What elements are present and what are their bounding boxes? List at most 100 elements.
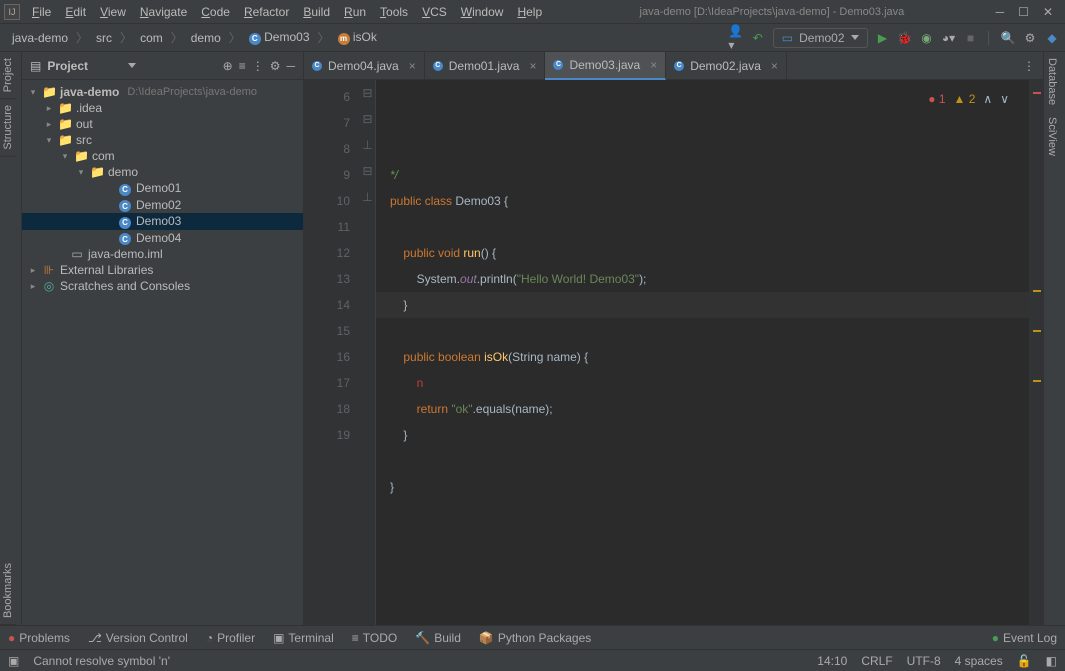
breadcrumb-item[interactable]: com — [134, 29, 169, 47]
warning-marker[interactable] — [1033, 290, 1041, 292]
line-separator[interactable]: CRLF — [861, 654, 892, 668]
breadcrumb-item[interactable]: src — [90, 29, 118, 47]
tree-node[interactable]: ▾📁com — [22, 148, 303, 164]
chevron-up-icon[interactable]: ∧ — [983, 86, 992, 112]
project-panel-header: ▤ Project ⊕ ≡ ⋮ ⚙ ─ — [22, 52, 303, 80]
menu-view[interactable]: View — [94, 3, 132, 21]
chevron-down-icon[interactable] — [128, 63, 136, 68]
back-arrow-icon[interactable]: ↶ — [751, 31, 765, 45]
inspection-widget[interactable]: ● 1 ▲ 2 ∧ ∨ — [928, 86, 1009, 112]
tree-node[interactable]: CDemo01 — [22, 180, 303, 197]
warning-marker[interactable] — [1033, 330, 1041, 332]
settings-icon[interactable]: ⚙ — [1023, 31, 1037, 45]
close-tab-icon[interactable]: × — [529, 59, 536, 73]
caret-position[interactable]: 14:10 — [817, 654, 847, 668]
chevron-down-icon[interactable]: ∨ — [1000, 86, 1009, 112]
tool-window-profiler[interactable]: ◔Profiler — [206, 631, 255, 645]
close-tab-icon[interactable]: × — [771, 59, 778, 73]
tool-window-build[interactable]: 🔨Build — [415, 631, 461, 645]
stop-icon[interactable]: ■ — [964, 31, 978, 45]
tool-tab-sciview[interactable]: SciView — [1044, 111, 1060, 162]
fold-column[interactable]: ⊟⊟⊥⊟⊥ — [360, 80, 376, 625]
close-tab-icon[interactable]: × — [409, 59, 416, 73]
tool-window-problems[interactable]: ●Problems — [8, 631, 70, 645]
ide-logo-icon[interactable]: ◆ — [1045, 31, 1059, 45]
file-encoding[interactable]: UTF-8 — [907, 654, 941, 668]
expand-all-icon[interactable]: ≡ — [239, 59, 246, 73]
status-square-icon[interactable]: ▣ — [8, 654, 19, 668]
tree-node[interactable]: ▸⊪External Libraries — [22, 262, 303, 278]
menu-edit[interactable]: Edit — [59, 3, 92, 21]
memory-icon[interactable]: ◧ — [1046, 654, 1057, 668]
status-message: Cannot resolve symbol 'n' — [33, 654, 170, 668]
editor-pane[interactable]: ● 1 ▲ 2 ∧ ∨ */public class Demo03 { publ… — [376, 80, 1029, 625]
menu-file[interactable]: File — [26, 3, 57, 21]
warning-marker[interactable] — [1033, 380, 1041, 382]
right-gutter: DatabaseSciView — [1043, 52, 1065, 625]
coverage-icon[interactable]: ◉ — [920, 31, 934, 45]
editor-tab[interactable]: CDemo03.java× — [545, 52, 666, 80]
marker-column[interactable] — [1029, 80, 1043, 625]
error-marker[interactable] — [1033, 92, 1041, 94]
editor-area: CDemo04.java×CDemo01.java×CDemo03.java×C… — [304, 52, 1043, 625]
tree-node[interactable]: ▾📁java-demoD:\IdeaProjects\java-demo — [22, 84, 303, 100]
hide-icon[interactable]: ─ — [287, 59, 296, 73]
maximize-icon[interactable]: ☐ — [1018, 5, 1029, 19]
project-tree[interactable]: ▾📁java-demoD:\IdeaProjects\java-demo▸📁.i… — [22, 80, 303, 625]
menu-run[interactable]: Run — [338, 3, 372, 21]
search-icon[interactable]: 🔍 — [1001, 31, 1015, 45]
tool-window-bar: ●Problems ⎇Version Control ◔Profiler ▣Termi… — [0, 625, 1065, 649]
tree-node[interactable]: CDemo02 — [22, 197, 303, 214]
tree-node[interactable]: ▸◎Scratches and Consoles — [22, 278, 303, 294]
editor-tab[interactable]: CDemo01.java× — [425, 52, 546, 80]
run-icon[interactable]: ▶ — [876, 31, 890, 45]
tool-window-event-log[interactable]: ●Event Log — [992, 631, 1057, 645]
minimize-icon[interactable]: ─ — [996, 5, 1005, 19]
breadcrumb-item[interactable]: m isOk — [332, 28, 383, 47]
tree-node[interactable]: CDemo04 — [22, 230, 303, 247]
settings-icon[interactable]: ⚙ — [270, 59, 281, 73]
breadcrumb-item[interactable]: java-demo — [6, 29, 74, 47]
select-opened-icon[interactable]: ⊕ — [223, 59, 233, 73]
collapse-all-icon[interactable]: ⋮ — [252, 59, 264, 73]
tool-window-version-control[interactable]: ⎇Version Control — [88, 631, 188, 645]
menu-vcs[interactable]: VCS — [416, 3, 453, 21]
project-panel-title: Project — [47, 59, 122, 73]
breadcrumb-item[interactable]: C Demo03 — [243, 28, 316, 47]
tree-node[interactable]: ▾📁demo — [22, 164, 303, 180]
editor-tab[interactable]: CDemo02.java× — [666, 52, 787, 80]
debug-icon[interactable]: 🐞 — [898, 31, 912, 45]
close-tab-icon[interactable]: × — [650, 58, 657, 72]
profile-icon[interactable]: ◕▾ — [942, 31, 956, 45]
tree-node[interactable]: ▸📁.idea — [22, 100, 303, 116]
tab-more-icon[interactable]: ⋮ — [1015, 59, 1043, 73]
user-icon[interactable]: 👤▾ — [729, 31, 743, 45]
menu-build[interactable]: Build — [297, 3, 336, 21]
menu-help[interactable]: Help — [511, 3, 548, 21]
editor-tab[interactable]: CDemo04.java× — [304, 52, 425, 80]
menu-navigate[interactable]: Navigate — [134, 3, 193, 21]
indent-setting[interactable]: 4 spaces — [955, 654, 1003, 668]
tool-window-todo[interactable]: ≡TODO — [352, 631, 397, 645]
navigation-bar: java-demo〉src〉com〉demo〉C Demo03〉m isOk 👤… — [0, 24, 1065, 52]
menu-code[interactable]: Code — [195, 3, 236, 21]
tool-window-python-packages[interactable]: 📦Python Packages — [479, 631, 591, 645]
close-icon[interactable]: ✕ — [1043, 5, 1053, 19]
readonly-icon[interactable]: 🔓 — [1017, 654, 1032, 668]
menu-window[interactable]: Window — [455, 3, 510, 21]
tree-node[interactable]: CDemo03 — [22, 213, 303, 230]
tool-tab-database[interactable]: Database — [1044, 52, 1060, 111]
tree-node[interactable]: ▾📁src — [22, 132, 303, 148]
error-indicator[interactable]: ● 1 — [928, 86, 945, 112]
warning-indicator[interactable]: ▲ 2 — [954, 86, 976, 112]
run-config-selector[interactable]: ▭ Demo02 — [773, 28, 868, 48]
tree-node[interactable]: ▭java-demo.iml — [22, 246, 303, 262]
breadcrumb-item[interactable]: demo — [185, 29, 227, 47]
tool-tab-project[interactable]: Project — [0, 52, 16, 99]
tree-node[interactable]: ▸📁out — [22, 116, 303, 132]
tool-tab-bookmarks[interactable]: Bookmarks — [0, 557, 16, 625]
menu-tools[interactable]: Tools — [374, 3, 414, 21]
menu-refactor[interactable]: Refactor — [238, 3, 295, 21]
tool-window-terminal[interactable]: ▣Terminal — [273, 631, 334, 645]
tool-tab-structure[interactable]: Structure — [0, 99, 16, 157]
